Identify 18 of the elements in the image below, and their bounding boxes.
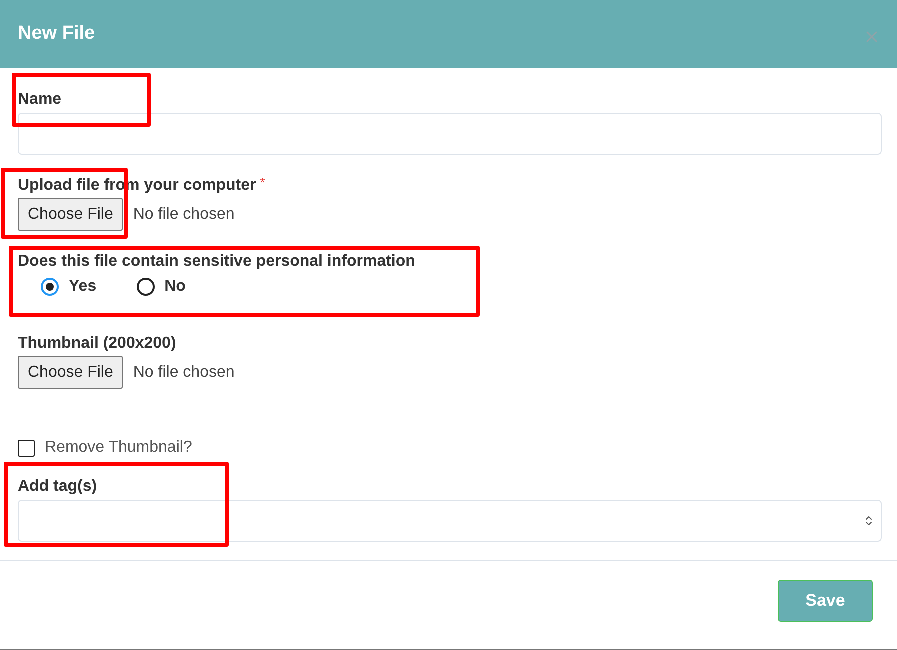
radio-label: No	[164, 277, 186, 297]
field-label: Name	[18, 90, 62, 110]
file-status: No file chosen	[133, 362, 235, 382]
name-field[interactable]	[18, 113, 882, 155]
field-label: Thumbnail (200x200)	[18, 334, 176, 354]
file-status: No file chosen	[133, 204, 235, 224]
radio-label: Yes	[69, 277, 97, 297]
choose-file-button[interactable]: Choose File	[18, 198, 124, 231]
choose-file-button[interactable]: Choose File	[18, 356, 124, 389]
required-mark: *	[260, 176, 266, 190]
field-label: Does this file contain sensitive personal information	[18, 252, 416, 272]
select-arrows-icon	[863, 515, 875, 527]
field-label: Add tag(s)	[18, 477, 98, 497]
radio-button[interactable]	[41, 278, 59, 296]
dialog-title: New File	[18, 22, 96, 46]
radio-button[interactable]	[136, 278, 155, 296]
checkbox[interactable]	[18, 440, 35, 456]
checkbox-label: Remove Thumbnail?	[45, 438, 192, 458]
